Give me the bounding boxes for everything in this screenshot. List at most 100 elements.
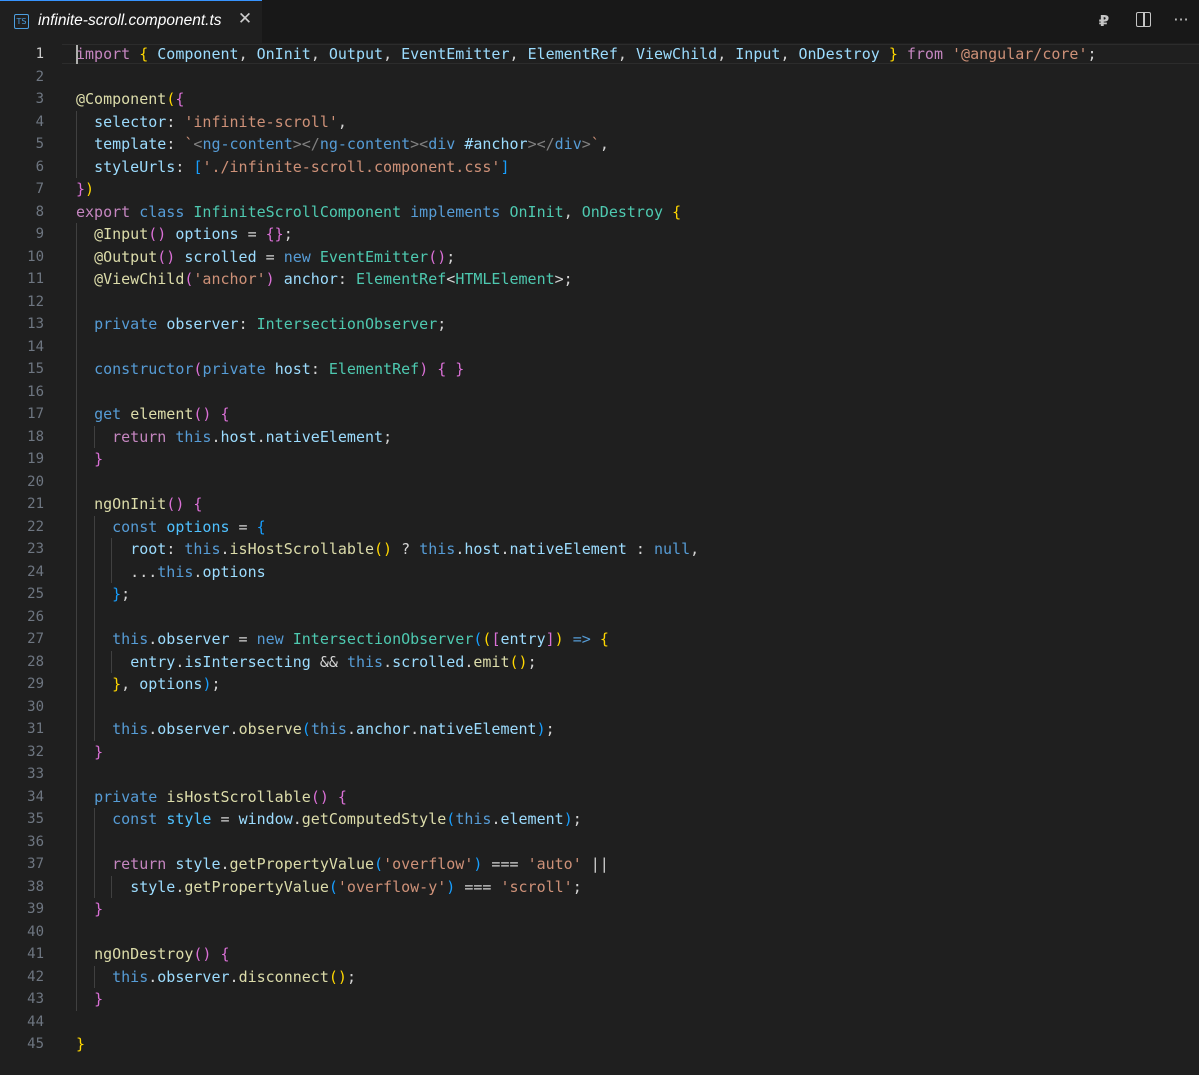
- more-actions-icon[interactable]: ···: [1169, 9, 1193, 33]
- code-line[interactable]: root: this.isHostScrollable() ? this.hos…: [76, 538, 699, 561]
- code-line[interactable]: @Component({: [76, 88, 184, 111]
- code-line[interactable]: import { Component, OnInit, Output, Even…: [76, 43, 1097, 66]
- code-token: disconnect: [238, 967, 329, 986]
- code-line[interactable]: @Input() options = {};: [76, 223, 293, 246]
- code-token: ,: [563, 202, 582, 221]
- code-line[interactable]: @ViewChild('anchor') anchor: ElementRef<…: [76, 268, 573, 291]
- code-line[interactable]: const options = {: [76, 516, 266, 539]
- line-number: 26: [27, 608, 44, 625]
- close-tab-icon[interactable]: ✕: [236, 9, 254, 33]
- code-token: }: [76, 1035, 86, 1053]
- code-line[interactable]: return this.host.nativeElement;: [76, 426, 392, 449]
- code-token: {: [220, 405, 230, 423]
- code-token: (: [328, 877, 338, 896]
- code-token: (): [166, 495, 185, 513]
- code-line[interactable]: return style.getPropertyValue('overflow'…: [76, 853, 609, 876]
- code-token: }: [888, 45, 898, 63]
- code-line[interactable]: ...this.options: [76, 561, 265, 584]
- code-line[interactable]: }: [76, 741, 103, 764]
- code-token: this: [112, 630, 149, 648]
- code-token: Component: [157, 45, 239, 63]
- code-line[interactable]: style.getPropertyValue('overflow-y') ===…: [76, 876, 582, 899]
- code-token: scrolled: [184, 247, 257, 266]
- code-token: {: [193, 495, 203, 513]
- line-number: 24: [27, 563, 44, 580]
- code-line[interactable]: }, options);: [76, 673, 221, 696]
- code-token: ;: [545, 720, 555, 738]
- code-token: ViewChild: [635, 45, 718, 63]
- code-line[interactable]: }: [76, 898, 103, 921]
- code-line[interactable]: entry.isIntersecting && this.scrolled.em…: [76, 651, 536, 674]
- code-token: div: [554, 135, 582, 153]
- code-token: this: [112, 967, 149, 986]
- line-number: 25: [27, 586, 44, 602]
- code-line[interactable]: get element() {: [76, 403, 230, 426]
- code-token: this: [112, 720, 149, 738]
- tab-infinite-scroll-component[interactable]: TS infinite-scroll.component.ts ✕: [0, 0, 262, 43]
- code-token: :: [175, 157, 194, 176]
- code-line[interactable]: export class InfiniteScrollComponent imp…: [76, 201, 681, 224]
- preview-icon[interactable]: ₽: [1092, 9, 1116, 33]
- code-line[interactable]: ngOnInit() {: [76, 493, 202, 516]
- code-token: (): [193, 405, 212, 423]
- code-token: 'auto': [527, 855, 582, 873]
- code-line[interactable]: }): [76, 178, 94, 201]
- split-editor-icon[interactable]: [1132, 9, 1156, 33]
- code-token: ElementRef: [328, 360, 420, 378]
- line-number: 8: [35, 203, 44, 220]
- code-line[interactable]: template: `<ng-content></ng-content><div…: [76, 133, 609, 156]
- line-number: 21: [27, 496, 44, 512]
- code-token: ===: [455, 877, 501, 896]
- code-line[interactable]: styleUrls: ['./infinite-scroll.component…: [76, 156, 509, 179]
- code-token: nativeElement: [509, 540, 627, 558]
- code-token: ): [563, 810, 573, 828]
- code-line[interactable]: }: [76, 988, 103, 1011]
- code-line[interactable]: this.observer.observe(this.anchor.native…: [76, 718, 555, 741]
- code-token: (): [374, 540, 393, 558]
- code-line[interactable]: this.observer.disconnect();: [76, 966, 356, 989]
- code-line[interactable]: const style = window.getComputedStyle(th…: [76, 808, 582, 831]
- line-number: 30: [27, 698, 44, 715]
- code-token: Input: [735, 45, 781, 63]
- code-token: observer: [157, 720, 230, 738]
- code-token: .: [455, 540, 465, 558]
- code-token: style: [175, 855, 221, 873]
- code-line[interactable]: private isHostScrollable() {: [76, 786, 347, 809]
- code-line[interactable]: }: [76, 1033, 85, 1056]
- code-token: 'infinite-scroll': [184, 112, 338, 131]
- code-token: IntersectionObserver: [292, 630, 474, 648]
- line-number: 15: [27, 361, 44, 377]
- code-line[interactable]: constructor(private host: ElementRef) { …: [76, 358, 464, 381]
- code-token: ;: [572, 877, 582, 896]
- code-token: host: [274, 360, 311, 378]
- code-token: (: [446, 810, 456, 828]
- code-line[interactable]: private observer: IntersectionObserver;: [76, 313, 446, 336]
- code-line[interactable]: };: [76, 583, 130, 606]
- code-token: OnInit: [256, 45, 311, 63]
- code-line[interactable]: }: [76, 448, 103, 471]
- code-token: @Input: [94, 225, 149, 243]
- code-token: (): [509, 652, 528, 671]
- code-line[interactable]: selector: 'infinite-scroll',: [76, 111, 347, 134]
- code-line[interactable]: ngOnDestroy() {: [76, 943, 229, 966]
- code-line[interactable]: this.observer = new IntersectionObserver…: [76, 628, 609, 651]
- code-token: }: [94, 742, 104, 761]
- code-token: private: [202, 360, 266, 378]
- code-line[interactable]: @Output() scrolled = new EventEmitter();: [76, 246, 455, 269]
- code-editor[interactable]: 1 2 3 4 5 6 7 8 9 10 11 12 13 14 15 16 17 18 19 20 21 22 23 24 2…: [0, 43, 1199, 1075]
- code-token: style: [130, 877, 176, 896]
- code-token: ;: [211, 675, 221, 693]
- code-token: ;: [437, 315, 447, 333]
- code-token: observer: [157, 630, 230, 648]
